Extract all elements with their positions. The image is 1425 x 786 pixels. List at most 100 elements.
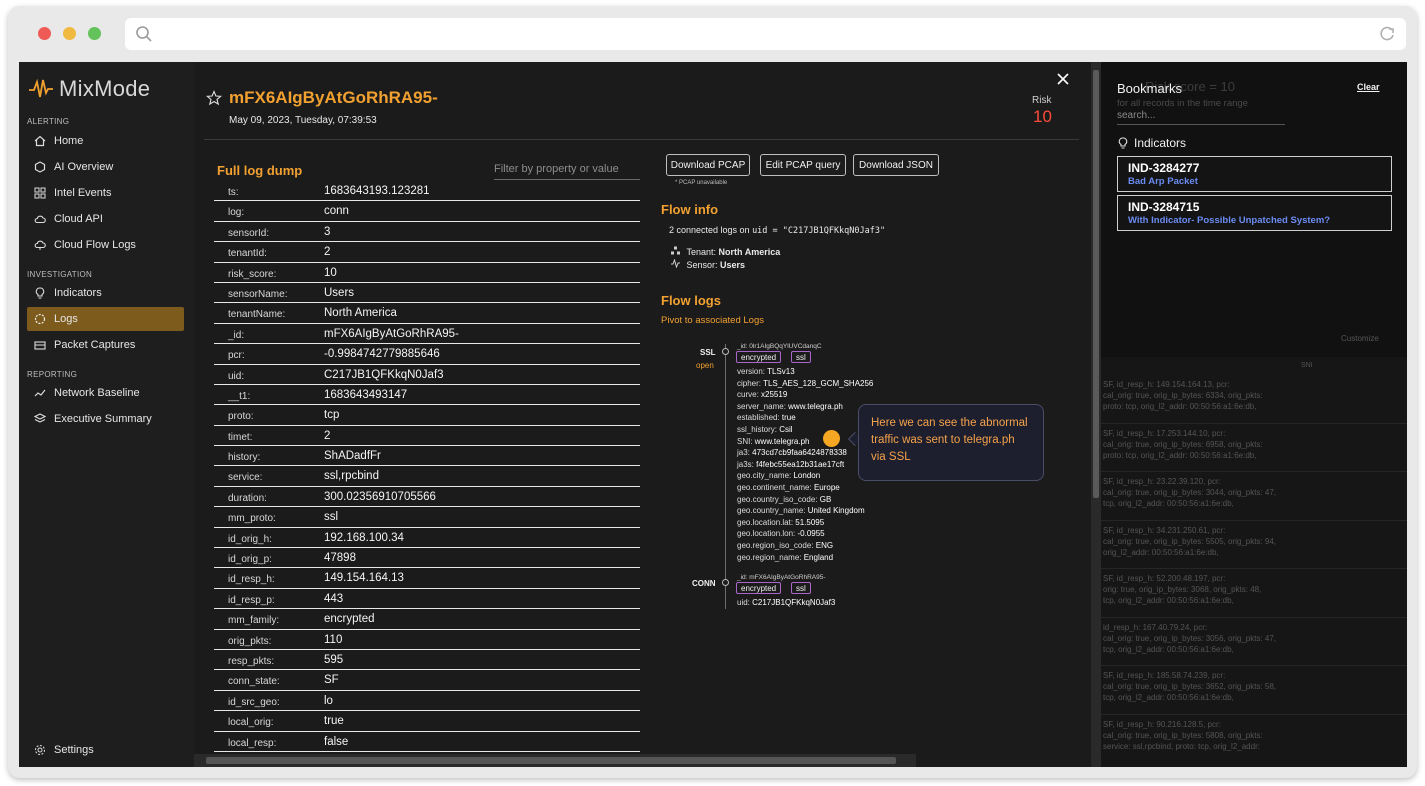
pcap-unavailable-note: * PCAP unavailable <box>675 180 728 186</box>
maximize-window-button[interactable] <box>88 27 101 40</box>
log-value: 1683643493147 <box>324 388 408 401</box>
sidebar-item-label: Cloud Flow Logs <box>54 239 136 251</box>
log-row: service: ssl,rpcbind <box>214 466 640 487</box>
cloud-flow-icon <box>34 240 46 250</box>
uid-label: uid: <box>737 598 753 607</box>
log-value: -0.9984742779885646 <box>324 348 440 361</box>
log-value: lo <box>324 694 333 707</box>
sidebar-item-packet-captures[interactable]: Packet Captures <box>27 333 184 357</box>
log-value: 110 <box>324 633 343 646</box>
tenant-value: North America <box>718 247 781 257</box>
bookmark-card[interactable]: IND-3284277 Bad Arp Packet <box>1117 156 1392 192</box>
sidebar-item-label: Settings <box>54 744 94 756</box>
ssl-record-id: _id: 0lr1AIgBQqYlUVCdanqC <box>737 343 822 350</box>
background-row-text: cal_orig: true, orig_ip_bytes: 6334, ori… <box>1103 391 1263 400</box>
log-value: 2 <box>324 246 331 259</box>
log-value: 149.154.164.13 <box>324 572 404 585</box>
log-detail-panel: mFX6AIgByAtGoRhRA95- May 09, 2023, Tuesd… <box>194 62 1101 767</box>
background-row-divider <box>1101 713 1407 715</box>
log-value: 47898 <box>324 552 356 565</box>
ssl-field-value: x25519 <box>761 390 788 400</box>
home-icon <box>34 135 46 147</box>
ssl-field: geo.region_name: England <box>737 553 833 562</box>
ssl-timeline-node[interactable] <box>722 348 729 355</box>
background-row-text: cal_orig: true, orig_ip_bytes: 6958, ori… <box>1103 439 1263 449</box>
background-row-text: orig: true, orig_ip_bytes: 3068, orig_pk… <box>1103 585 1262 594</box>
log-value: SF <box>324 674 339 687</box>
log-row: pcr: -0.9984742779885646 <box>214 344 640 365</box>
log-value: conn <box>324 205 349 218</box>
vertical-scrollbar[interactable] <box>1091 62 1101 767</box>
sidebar-item-label: Logs <box>54 313 78 325</box>
brand-logo[interactable]: MixMode <box>29 76 150 102</box>
ssl-field: geo.country_name: United Kingdom <box>737 506 865 515</box>
ssl-field-value: GB <box>819 494 832 504</box>
background-row-text: cal_orig: true, orig_ip_bytes: 5505, ori… <box>1103 536 1276 546</box>
ssl-field-key: geo.location.lat: <box>737 517 796 527</box>
background-row-text: SF, id_resp_h: 149.154.164.13, pcr: <box>1103 380 1230 389</box>
background-row-divider <box>1101 616 1407 618</box>
app-window: MixMode ALERTING Home AI Overview Intel … <box>19 62 1407 767</box>
sidebar-item-ai-overview[interactable]: AI Overview <box>27 155 184 179</box>
sidebar-item-home[interactable]: Home <box>27 129 184 153</box>
background-row-text: cal_orig: true, orig_ip_bytes: 3652, ori… <box>1103 682 1276 691</box>
ssl-status: open <box>696 361 714 370</box>
edit-pcap-query-button[interactable]: Edit PCAP query <box>760 154 846 176</box>
layers-icon <box>34 413 46 423</box>
trend-icon <box>34 389 46 397</box>
scroll-thumb[interactable] <box>206 757 896 764</box>
ssl-field-value: London <box>793 471 821 481</box>
log-key: tenantId: <box>228 248 267 260</box>
horizontal-scrollbar[interactable] <box>194 754 916 767</box>
scroll-thumb[interactable] <box>1093 70 1099 498</box>
sensor-value: Users <box>720 260 746 270</box>
ssl-tag: ssl <box>791 582 811 594</box>
sidebar-item-network-baseline[interactable]: Network Baseline <box>27 381 184 405</box>
ssl-field-value: true <box>781 413 796 423</box>
address-bar[interactable] <box>125 18 1406 50</box>
clear-bookmarks-button[interactable]: Clear <box>1357 82 1380 92</box>
bookmark-card[interactable]: IND-3284715 With Indicator- Possible Unp… <box>1117 195 1392 231</box>
conn-timeline-node[interactable] <box>722 579 729 586</box>
reload-icon[interactable] <box>1378 25 1396 43</box>
ssl-field-key: SNI: <box>737 436 755 446</box>
sidebar-item-executive-summary[interactable]: Executive Summary <box>27 407 184 431</box>
annotation-hotspot[interactable] <box>823 430 840 447</box>
sidebar-item-intel-events[interactable]: Intel Events <box>27 181 184 205</box>
close-icon[interactable] <box>1056 72 1070 86</box>
sidebar-item-settings[interactable]: Settings <box>27 738 184 762</box>
download-json-button[interactable]: Download JSON <box>853 154 939 176</box>
log-key: local_resp: <box>228 737 277 749</box>
log-value: C217JB1QFKkqN0Jaf3 <box>324 368 444 381</box>
ssl-field-key: server_name: <box>737 401 789 411</box>
log-row: id_src_geo: lo <box>214 691 640 712</box>
log-key: local_orig: <box>228 717 274 729</box>
ssl-field: established: true <box>737 413 796 422</box>
minimize-window-button[interactable] <box>63 27 76 40</box>
log-row: local_orig: true <box>214 711 640 732</box>
indicators-label: Indicators <box>1134 136 1187 150</box>
tenant-icon <box>671 246 680 255</box>
background-row-text: proto: tcp, orig_l2_addr: 00:50:56:a1:6e… <box>1103 450 1257 460</box>
pivot-associated-logs-link[interactable]: Pivot to associated Logs <box>661 315 764 326</box>
ssl-tag: ssl <box>791 351 811 363</box>
ssl-field: geo.country_iso_code: GB <box>737 495 831 504</box>
flow-logs-title: Flow logs <box>661 293 721 308</box>
star-icon[interactable] <box>206 90 222 106</box>
sidebar-item-logs[interactable]: Logs <box>27 307 184 331</box>
download-pcap-button[interactable]: Download PCAP <box>666 154 750 176</box>
tenant-line: Tenant: North America <box>671 246 780 257</box>
ssl-field-value: TLS_AES_128_GCM_SHA256 <box>763 378 874 388</box>
close-window-button[interactable] <box>38 27 51 40</box>
log-key: tenantName: <box>228 309 286 321</box>
log-value: ssl <box>324 511 339 524</box>
customize-link[interactable]: Customize <box>1341 334 1379 343</box>
sidebar-item-cloud-flow-logs[interactable]: Cloud Flow Logs <box>27 233 184 257</box>
log-table: ts: 1683643193.123281 log: conn sensorId: 3 te… <box>214 181 640 752</box>
filter-input[interactable]: Filter by property or value <box>494 160 640 180</box>
bookmark-search-input[interactable]: search... <box>1117 110 1285 125</box>
sidebar-item-cloud-api[interactable]: Cloud API <box>27 207 184 231</box>
ssl-field-value: Csil <box>779 425 793 434</box>
sidebar-item-indicators[interactable]: Indicators <box>27 281 184 305</box>
lightbulb-icon <box>35 287 45 299</box>
